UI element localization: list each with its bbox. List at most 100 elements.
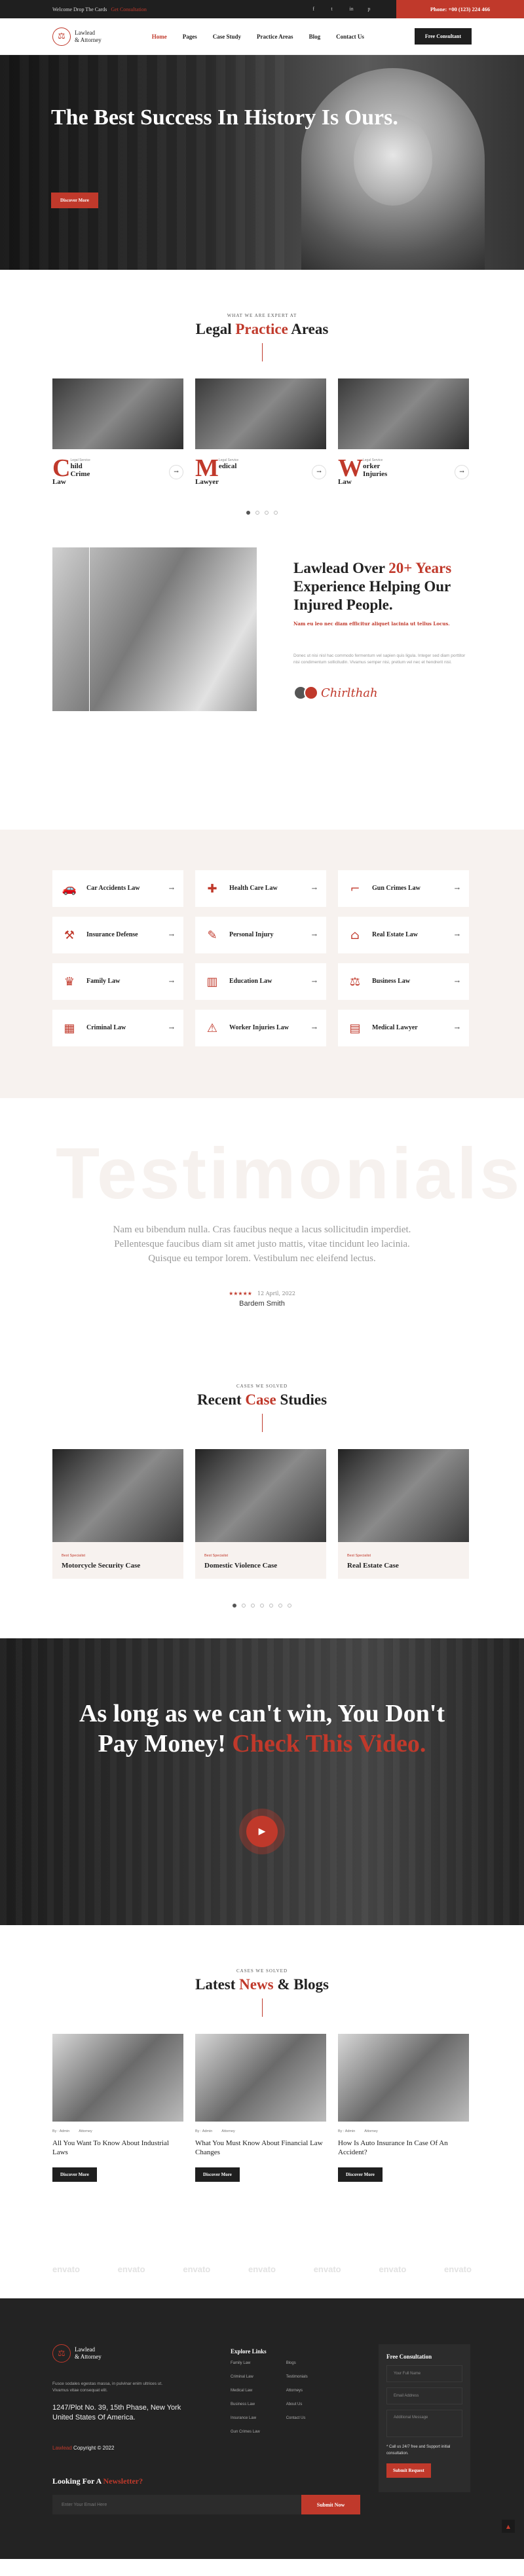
blog-title[interactable]: What You Must Know About Financial Law C… bbox=[195, 2139, 326, 2157]
practice-title: Legal Practice Areas bbox=[0, 321, 524, 338]
arrow-right-icon[interactable]: → bbox=[455, 885, 460, 892]
area-card[interactable]: ⌐ Gun Crimes Law → bbox=[338, 870, 469, 907]
blog-title[interactable]: All You Want To Know About Industrial La… bbox=[52, 2139, 183, 2157]
area-card[interactable]: ▤ Medical Lawyer → bbox=[338, 1010, 469, 1046]
blog-author: By : Admin bbox=[52, 2129, 70, 2133]
linkedin-icon[interactable]: in bbox=[349, 6, 356, 12]
carousel-dot[interactable] bbox=[242, 1604, 246, 1608]
play-button[interactable]: ▶ bbox=[239, 1809, 285, 1854]
blog-image[interactable] bbox=[338, 2034, 469, 2122]
nav-item-pages[interactable]: Pages bbox=[183, 33, 197, 40]
arrow-right-icon[interactable]: → bbox=[169, 885, 174, 892]
area-card[interactable]: 🚗 Car Accidents Law → bbox=[52, 870, 183, 907]
newsletter-email-input[interactable] bbox=[52, 2495, 301, 2514]
discover-more-button[interactable]: Discover More bbox=[52, 2167, 97, 2182]
newsletter-submit-button[interactable]: Submit Now bbox=[301, 2495, 360, 2514]
nav-item-contact[interactable]: Contact Us bbox=[336, 33, 364, 40]
footer-link[interactable]: Blogs bbox=[286, 2361, 308, 2365]
arrow-right-icon[interactable]: → bbox=[455, 978, 460, 985]
phone-number[interactable]: Phone: +00 (123) 224 466 bbox=[396, 0, 524, 18]
carousel-dot[interactable] bbox=[251, 1604, 255, 1608]
area-card[interactable]: ⌂ Real Estate Law → bbox=[338, 917, 469, 953]
arrow-right-icon[interactable]: → bbox=[312, 932, 317, 939]
practice-card[interactable]: W Legal Service orker Injuries Law → bbox=[338, 378, 469, 486]
submit-request-button[interactable]: Submit Request bbox=[386, 2463, 431, 2478]
newsletter-title: Looking For A Newsletter? bbox=[52, 2476, 143, 2486]
full-name-field[interactable]: Your Full Name bbox=[386, 2365, 462, 2382]
twitter-icon[interactable]: t bbox=[331, 6, 337, 12]
signature: Chirlthah bbox=[321, 686, 378, 700]
footer-link[interactable]: Criminal Law bbox=[231, 2375, 260, 2379]
nav-item-case-study[interactable]: Case Study bbox=[213, 33, 241, 40]
family-icon: ♛ bbox=[64, 974, 75, 989]
footer-link[interactable]: Attorneys bbox=[286, 2389, 308, 2393]
copyright-brand[interactable]: Lawlead bbox=[52, 2445, 72, 2451]
arrow-right-icon[interactable]: → bbox=[169, 932, 174, 939]
nav-item-practice-areas[interactable]: Practice Areas bbox=[257, 33, 293, 40]
footer-link[interactable]: Contact Us bbox=[286, 2416, 308, 2420]
arrow-right-icon[interactable]: → bbox=[169, 1025, 174, 1032]
footer-link[interactable]: Gun Crimes Law bbox=[231, 2430, 260, 2434]
discover-more-button[interactable]: Discover More bbox=[195, 2167, 240, 2182]
nav-item-blog[interactable]: Blog bbox=[309, 33, 321, 40]
consultation-link[interactable]: Get Consultation bbox=[111, 7, 146, 12]
scroll-top-icon[interactable]: ▲ bbox=[502, 2520, 515, 2533]
carousel-dot[interactable] bbox=[288, 1604, 291, 1608]
arrow-right-icon[interactable]: → bbox=[455, 465, 469, 479]
education-icon: ▥ bbox=[206, 974, 218, 989]
footer-link[interactable]: Family Law bbox=[231, 2361, 260, 2365]
arrow-right-icon[interactable]: → bbox=[312, 465, 326, 479]
blog-image[interactable] bbox=[52, 2034, 183, 2122]
carousel-dot[interactable] bbox=[269, 1604, 273, 1608]
arrow-right-icon[interactable]: → bbox=[169, 465, 183, 479]
footer-link[interactable]: Testimonials bbox=[286, 2375, 308, 2379]
footer-link[interactable]: Medical Law bbox=[231, 2389, 260, 2393]
case-card[interactable]: Best Specialist Real Estate Case bbox=[338, 1449, 469, 1579]
nav-item-home[interactable]: Home bbox=[152, 33, 167, 40]
practice-card[interactable]: C Legal Service hild Crime Law → bbox=[52, 378, 183, 486]
discover-more-button[interactable]: Discover More bbox=[338, 2167, 383, 2182]
cases-title-pre: Recent bbox=[196, 1391, 246, 1408]
hero-portrait bbox=[301, 68, 485, 270]
area-card[interactable]: ✎ Personal Injury → bbox=[195, 917, 326, 953]
links-column: Blogs Testimonials Attorneys About Us Contac… bbox=[286, 2361, 308, 2444]
footer-link[interactable]: About Us bbox=[286, 2402, 308, 2406]
area-card[interactable]: ▦ Criminal Law → bbox=[52, 1010, 183, 1046]
discover-more-button[interactable]: Discover More bbox=[51, 193, 98, 208]
blog-title[interactable]: How Is Auto Insurance In Case Of An Acci… bbox=[338, 2139, 469, 2157]
facebook-icon[interactable]: f bbox=[312, 6, 319, 12]
blog-image[interactable] bbox=[195, 2034, 326, 2122]
arrow-right-icon[interactable]: → bbox=[312, 1025, 317, 1032]
free-consultant-button[interactable]: Free Consultant bbox=[414, 28, 472, 45]
footer-link[interactable]: Business Law bbox=[231, 2402, 260, 2406]
carousel-dot[interactable] bbox=[260, 1604, 264, 1608]
case-card[interactable]: Best Specialist Motorcycle Security Case bbox=[52, 1449, 183, 1579]
area-card[interactable]: ▥ Education Law → bbox=[195, 963, 326, 1000]
arrow-right-icon[interactable]: → bbox=[455, 932, 460, 939]
practice-image bbox=[195, 378, 326, 449]
practice-card[interactable]: M Legal Service edical Lawyer → bbox=[195, 378, 326, 486]
area-card[interactable]: ✚ Health Care Law → bbox=[195, 870, 326, 907]
carousel-dot[interactable] bbox=[255, 511, 259, 515]
footer-logo[interactable]: ⚖ Lawlead & Attorney bbox=[52, 2344, 102, 2363]
carousel-dot[interactable] bbox=[274, 511, 278, 515]
pinterest-icon[interactable]: p bbox=[367, 6, 374, 12]
email-field[interactable]: Email Address bbox=[386, 2387, 462, 2404]
blogs-title-accent: News bbox=[239, 1976, 274, 1993]
message-field[interactable]: Additional Message bbox=[386, 2410, 462, 2437]
carousel-dot[interactable] bbox=[233, 1604, 236, 1608]
footer-link[interactable]: Insurance Law bbox=[231, 2416, 260, 2420]
arrow-right-icon[interactable]: → bbox=[169, 978, 174, 985]
case-card[interactable]: Best Specialist Domestic Violence Case bbox=[195, 1449, 326, 1579]
area-card[interactable]: ♛ Family Law → bbox=[52, 963, 183, 1000]
area-card[interactable]: ⚠ Worker Injuries Law → bbox=[195, 1010, 326, 1046]
site-logo[interactable]: ⚖ Lawlead & Attorney bbox=[52, 27, 102, 46]
carousel-dot[interactable] bbox=[265, 511, 269, 515]
area-card[interactable]: ⚖ Business Law → bbox=[338, 963, 469, 1000]
carousel-dot[interactable] bbox=[278, 1604, 282, 1608]
arrow-right-icon[interactable]: → bbox=[455, 1025, 460, 1032]
area-card[interactable]: ⚒ Insurance Defense → bbox=[52, 917, 183, 953]
arrow-right-icon[interactable]: → bbox=[312, 885, 317, 892]
carousel-dot[interactable] bbox=[246, 511, 250, 515]
arrow-right-icon[interactable]: → bbox=[312, 978, 317, 985]
